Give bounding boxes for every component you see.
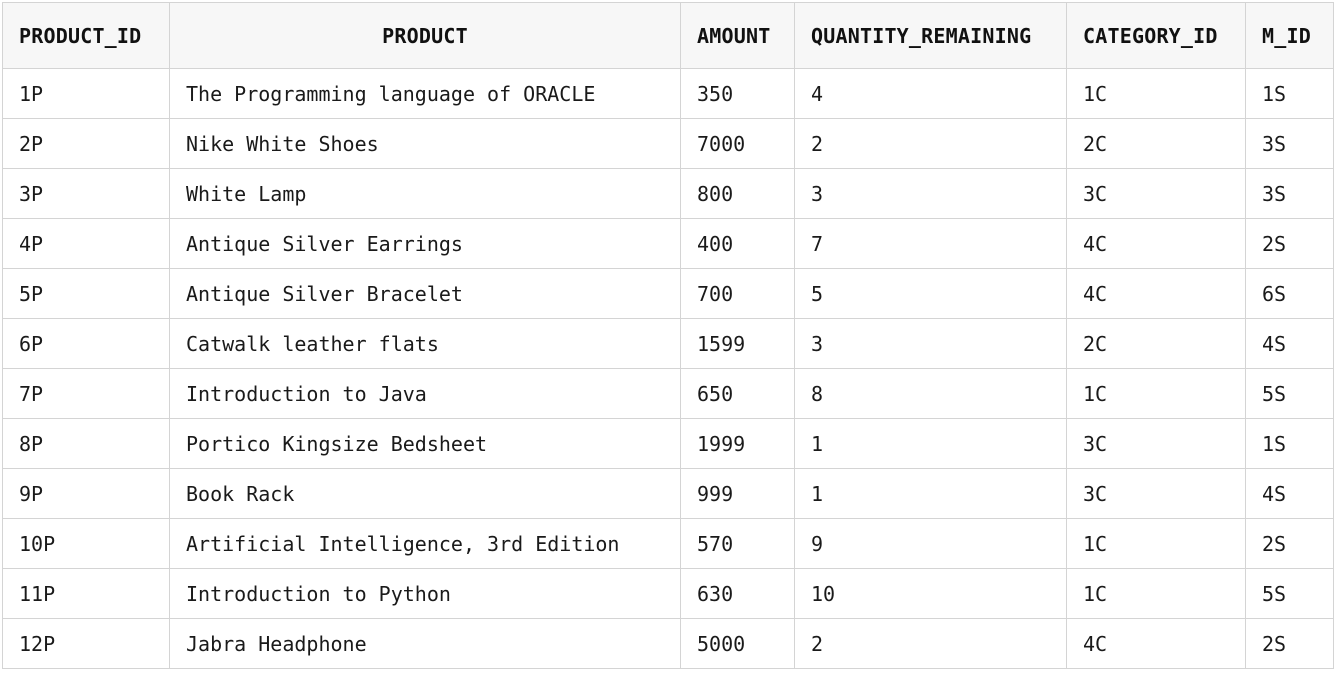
column-header-amount[interactable]: AMOUNT xyxy=(680,2,795,69)
table-body: 1P The Programming language of ORACLE 350 4… xyxy=(2,68,1334,669)
table-row[interactable]: 3P White Lamp 800 3 3C 3S xyxy=(2,168,1334,219)
cell-product: Antique Silver Bracelet xyxy=(169,268,681,319)
cell-category-id: 1C xyxy=(1066,68,1246,119)
cell-quantity-remaining: 1 xyxy=(794,468,1067,519)
table-row[interactable]: 1P The Programming language of ORACLE 350 4… xyxy=(2,68,1334,119)
cell-amount: 7000 xyxy=(680,118,795,169)
cell-product-id: 9P xyxy=(2,468,170,519)
cell-amount: 630 xyxy=(680,568,795,619)
cell-product-id: 3P xyxy=(2,168,170,219)
cell-quantity-remaining: 8 xyxy=(794,368,1067,419)
cell-category-id: 3C xyxy=(1066,468,1246,519)
cell-quantity-remaining: 2 xyxy=(794,118,1067,169)
cell-category-id: 1C xyxy=(1066,518,1246,569)
table-row[interactable]: 12P Jabra Headphone 5000 2 4C 2S xyxy=(2,618,1334,669)
cell-product: Artificial Intelligence, 3rd Edition xyxy=(169,518,681,569)
cell-quantity-remaining: 5 xyxy=(794,268,1067,319)
cell-category-id: 2C xyxy=(1066,118,1246,169)
cell-m-id: 1S xyxy=(1245,418,1334,469)
table-row[interactable]: 2P Nike White Shoes 7000 2 2C 3S xyxy=(2,118,1334,169)
column-header-product-id[interactable]: PRODUCT_ID xyxy=(2,2,170,69)
cell-quantity-remaining: 10 xyxy=(794,568,1067,619)
cell-m-id: 2S xyxy=(1245,218,1334,269)
cell-m-id: 2S xyxy=(1245,518,1334,569)
cell-category-id: 3C xyxy=(1066,418,1246,469)
cell-amount: 700 xyxy=(680,268,795,319)
cell-quantity-remaining: 3 xyxy=(794,318,1067,369)
cell-amount: 570 xyxy=(680,518,795,569)
cell-product-id: 8P xyxy=(2,418,170,469)
cell-m-id: 5S xyxy=(1245,568,1334,619)
table-row[interactable]: 8P Portico Kingsize Bedsheet 1999 1 3C 1S xyxy=(2,418,1334,469)
cell-product: The Programming language of ORACLE xyxy=(169,68,681,119)
cell-quantity-remaining: 3 xyxy=(794,168,1067,219)
column-header-product[interactable]: PRODUCT xyxy=(169,2,681,69)
table-row[interactable]: 10P Artificial Intelligence, 3rd Edition 5… xyxy=(2,518,1334,569)
table-row[interactable]: 11P Introduction to Python 630 10 1C 5S xyxy=(2,568,1334,619)
cell-m-id: 1S xyxy=(1245,68,1334,119)
cell-category-id: 1C xyxy=(1066,568,1246,619)
cell-amount: 1999 xyxy=(680,418,795,469)
products-table: PRODUCT_ID PRODUCT AMOUNT QUANTITY_REMAI… xyxy=(2,2,1334,669)
column-header-m-id[interactable]: M_ID xyxy=(1245,2,1334,69)
table-row[interactable]: 7P Introduction to Java 650 8 1C 5S xyxy=(2,368,1334,419)
cell-amount: 800 xyxy=(680,168,795,219)
cell-m-id: 6S xyxy=(1245,268,1334,319)
cell-product-id: 12P xyxy=(2,618,170,669)
cell-product: White Lamp xyxy=(169,168,681,219)
cell-product: Portico Kingsize Bedsheet xyxy=(169,418,681,469)
cell-amount: 650 xyxy=(680,368,795,419)
cell-category-id: 4C xyxy=(1066,218,1246,269)
cell-amount: 5000 xyxy=(680,618,795,669)
cell-product: Nike White Shoes xyxy=(169,118,681,169)
cell-category-id: 4C xyxy=(1066,268,1246,319)
cell-m-id: 4S xyxy=(1245,468,1334,519)
cell-m-id: 2S xyxy=(1245,618,1334,669)
cell-amount: 350 xyxy=(680,68,795,119)
table-row[interactable]: 4P Antique Silver Earrings 400 7 4C 2S xyxy=(2,218,1334,269)
cell-amount: 999 xyxy=(680,468,795,519)
cell-quantity-remaining: 1 xyxy=(794,418,1067,469)
cell-quantity-remaining: 2 xyxy=(794,618,1067,669)
column-header-quantity-remaining[interactable]: QUANTITY_REMAINING xyxy=(794,2,1067,69)
cell-product: Introduction to Python xyxy=(169,568,681,619)
cell-m-id: 5S xyxy=(1245,368,1334,419)
cell-product-id: 10P xyxy=(2,518,170,569)
cell-category-id: 4C xyxy=(1066,618,1246,669)
cell-quantity-remaining: 7 xyxy=(794,218,1067,269)
cell-product: Jabra Headphone xyxy=(169,618,681,669)
cell-product-id: 2P xyxy=(2,118,170,169)
column-header-category-id[interactable]: CATEGORY_ID xyxy=(1066,2,1246,69)
cell-product-id: 5P xyxy=(2,268,170,319)
cell-product: Introduction to Java xyxy=(169,368,681,419)
cell-category-id: 3C xyxy=(1066,168,1246,219)
cell-product: Book Rack xyxy=(169,468,681,519)
cell-m-id: 4S xyxy=(1245,318,1334,369)
cell-category-id: 2C xyxy=(1066,318,1246,369)
cell-category-id: 1C xyxy=(1066,368,1246,419)
table-row[interactable]: 9P Book Rack 999 1 3C 4S xyxy=(2,468,1334,519)
cell-product-id: 4P xyxy=(2,218,170,269)
cell-product-id: 7P xyxy=(2,368,170,419)
table-row[interactable]: 5P Antique Silver Bracelet 700 5 4C 6S xyxy=(2,268,1334,319)
cell-product: Antique Silver Earrings xyxy=(169,218,681,269)
cell-amount: 1599 xyxy=(680,318,795,369)
cell-product-id: 11P xyxy=(2,568,170,619)
cell-quantity-remaining: 4 xyxy=(794,68,1067,119)
table-row[interactable]: 6P Catwalk leather flats 1599 3 2C 4S xyxy=(2,318,1334,369)
cell-m-id: 3S xyxy=(1245,168,1334,219)
cell-m-id: 3S xyxy=(1245,118,1334,169)
cell-product-id: 6P xyxy=(2,318,170,369)
cell-product-id: 1P xyxy=(2,68,170,119)
cell-product: Catwalk leather flats xyxy=(169,318,681,369)
table-header: PRODUCT_ID PRODUCT AMOUNT QUANTITY_REMAI… xyxy=(2,2,1334,69)
cell-quantity-remaining: 9 xyxy=(794,518,1067,569)
cell-amount: 400 xyxy=(680,218,795,269)
header-row: PRODUCT_ID PRODUCT AMOUNT QUANTITY_REMAI… xyxy=(2,2,1334,69)
